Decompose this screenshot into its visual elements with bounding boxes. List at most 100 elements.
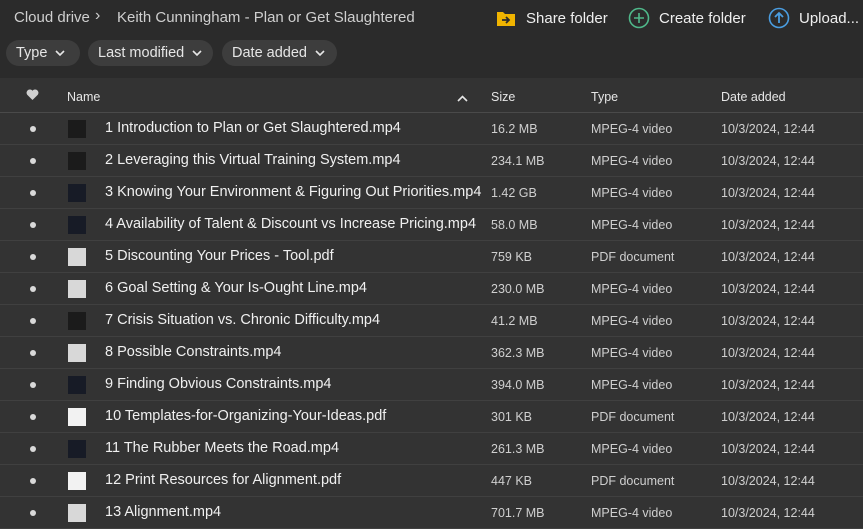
table-row[interactable]: 3 Knowing Your Environment & Figuring Ou…	[0, 177, 863, 209]
table-row[interactable]: 6 Goal Setting & Your Is-Ought Line.mp4 2…	[0, 273, 863, 305]
file-thumbnail-icon	[68, 120, 86, 138]
file-name: 5 Discounting Your Prices - Tool.pdf	[105, 248, 334, 264]
file-size: 234.1 MB	[491, 154, 545, 168]
create-folder-button[interactable]: Create folder	[628, 6, 746, 30]
file-type: MPEG-4 video	[591, 442, 673, 456]
row-bullet-icon	[30, 510, 36, 516]
share-folder-button[interactable]: Share folder	[495, 6, 608, 30]
file-thumbnail-icon	[68, 152, 86, 170]
file-list: 1 Introduction to Plan or Get Slaughtere…	[0, 113, 863, 529]
upload-icon	[768, 7, 790, 29]
file-date-added: 10/3/2024, 12:44	[721, 410, 815, 424]
table-row[interactable]: 1 Introduction to Plan or Get Slaughtere…	[0, 113, 863, 145]
file-type: MPEG-4 video	[591, 122, 673, 136]
file-date-added: 10/3/2024, 12:44	[721, 378, 815, 392]
file-size: 301 KB	[491, 410, 533, 424]
file-size: 362.3 MB	[491, 346, 545, 360]
row-bullet-icon	[30, 190, 36, 196]
file-date-added: 10/3/2024, 12:44	[721, 218, 815, 232]
file-size: 261.3 MB	[491, 442, 545, 456]
file-size: 16.2 MB	[491, 122, 538, 136]
breadcrumb-root[interactable]: Cloud drive	[14, 9, 90, 26]
row-bullet-icon	[30, 254, 36, 260]
row-bullet-icon	[30, 318, 36, 324]
file-size: 58.0 MB	[491, 218, 538, 232]
last-modified-filter-dropdown[interactable]: Last modified	[88, 40, 213, 66]
breadcrumb-current-folder: Keith Cunningham - Plan or Get Slaughter…	[117, 9, 415, 26]
column-header-type[interactable]: Type	[591, 90, 618, 104]
date-added-filter-label: Date added	[232, 45, 307, 61]
column-header-size[interactable]: Size	[491, 90, 515, 104]
file-thumbnail-icon	[68, 504, 86, 522]
type-filter-label: Type	[16, 45, 48, 61]
file-thumbnail-icon	[68, 280, 86, 298]
plus-circle-icon	[628, 7, 650, 29]
table-header: Name Size Type Date added	[0, 78, 863, 113]
table-row[interactable]: 8 Possible Constraints.mp4 362.3 MB MPEG-4…	[0, 337, 863, 369]
row-bullet-icon	[30, 350, 36, 356]
file-size: 230.0 MB	[491, 282, 545, 296]
file-type: MPEG-4 video	[591, 346, 673, 360]
table-row[interactable]: 11 The Rubber Meets the Road.mp4 261.3 MB…	[0, 433, 863, 465]
share-folder-label: Share folder	[526, 9, 608, 27]
row-bullet-icon	[30, 222, 36, 228]
create-folder-label: Create folder	[659, 9, 746, 27]
row-bullet-icon	[30, 414, 36, 420]
file-date-added: 10/3/2024, 12:44	[721, 314, 815, 328]
file-date-added: 10/3/2024, 12:44	[721, 346, 815, 360]
file-name: 1 Introduction to Plan or Get Slaughtere…	[105, 120, 401, 136]
file-type: PDF document	[591, 410, 675, 424]
file-thumbnail-icon	[68, 472, 86, 490]
upload-button[interactable]: Upload...	[768, 6, 859, 30]
file-name: 9 Finding Obvious Constraints.mp4	[105, 376, 332, 392]
file-size: 759 KB	[491, 250, 533, 264]
file-size: 394.0 MB	[491, 378, 545, 392]
row-bullet-icon	[30, 446, 36, 452]
chevron-down-icon	[55, 48, 66, 58]
file-date-added: 10/3/2024, 12:44	[721, 442, 815, 456]
table-row[interactable]: 12 Print Resources for Alignment.pdf 447 …	[0, 465, 863, 497]
file-thumbnail-icon	[68, 312, 86, 330]
file-size: 41.2 MB	[491, 314, 538, 328]
file-thumbnail-icon	[68, 440, 86, 458]
sort-ascending-icon[interactable]	[457, 91, 468, 105]
top-bar: Cloud drive › Keith Cunningham - Plan or…	[0, 0, 863, 36]
type-filter-dropdown[interactable]: Type	[6, 40, 80, 66]
table-row[interactable]: 13 Alignment.mp4 701.7 MB MPEG-4 video 10/3…	[0, 497, 863, 529]
table-row[interactable]: 10 Templates-for-Organizing-Your-Ideas.p…	[0, 401, 863, 433]
upload-label: Upload...	[799, 9, 860, 27]
column-header-date-added[interactable]: Date added	[721, 90, 786, 104]
file-date-added: 10/3/2024, 12:44	[721, 250, 815, 264]
file-table: Name Size Type Date added 1 Introduction…	[0, 78, 863, 529]
filter-bar: Type Last modified Date added	[0, 40, 863, 68]
file-name: 8 Possible Constraints.mp4	[105, 344, 282, 360]
share-folder-icon	[495, 7, 517, 29]
row-bullet-icon	[30, 126, 36, 132]
file-type: MPEG-4 video	[591, 378, 673, 392]
row-bullet-icon	[30, 286, 36, 292]
breadcrumb-separator-icon: ›	[95, 7, 101, 24]
file-date-added: 10/3/2024, 12:44	[721, 282, 815, 296]
file-thumbnail-icon	[68, 216, 86, 234]
file-name: 2 Leveraging this Virtual Training Syste…	[105, 152, 401, 168]
row-bullet-icon	[30, 478, 36, 484]
favourite-column-heart-icon[interactable]	[26, 89, 39, 104]
file-date-added: 10/3/2024, 12:44	[721, 474, 815, 488]
date-added-filter-dropdown[interactable]: Date added	[222, 40, 337, 66]
chevron-down-icon	[192, 48, 202, 58]
table-row[interactable]: 2 Leveraging this Virtual Training Syste…	[0, 145, 863, 177]
table-row[interactable]: 7 Crisis Situation vs. Chronic Difficult…	[0, 305, 863, 337]
file-name: 13 Alignment.mp4	[105, 504, 222, 520]
file-thumbnail-icon	[68, 408, 86, 426]
column-header-name[interactable]: Name	[67, 90, 100, 104]
chevron-down-icon	[315, 48, 325, 58]
file-date-added: 10/3/2024, 12:44	[721, 506, 815, 520]
row-bullet-icon	[30, 158, 36, 164]
table-row[interactable]: 5 Discounting Your Prices - Tool.pdf 759 …	[0, 241, 863, 273]
file-type: MPEG-4 video	[591, 186, 673, 200]
table-row[interactable]: 4 Availability of Talent & Discount vs I…	[0, 209, 863, 241]
file-name: 3 Knowing Your Environment & Figuring Ou…	[105, 184, 482, 200]
table-row[interactable]: 9 Finding Obvious Constraints.mp4 394.0 M…	[0, 369, 863, 401]
file-type: MPEG-4 video	[591, 506, 673, 520]
file-date-added: 10/3/2024, 12:44	[721, 186, 815, 200]
